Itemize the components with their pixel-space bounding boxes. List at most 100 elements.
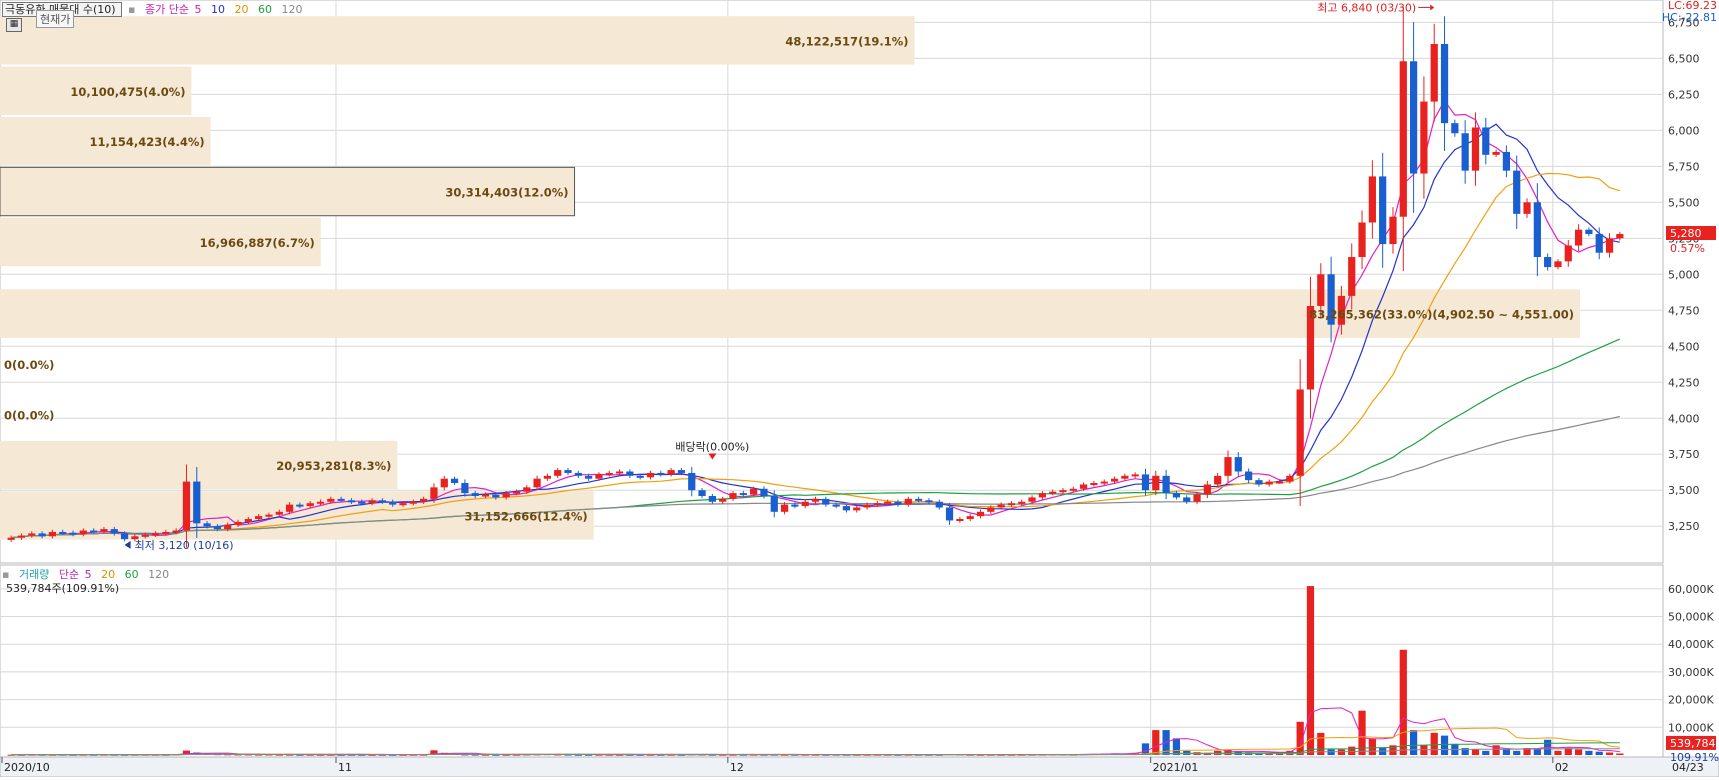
candle-body <box>1224 457 1232 476</box>
volume-profile-label: 83,265,362(33.0%)(4,902.50 ~ 4,551.00) <box>1309 308 1574 322</box>
candle-body <box>780 504 789 512</box>
x-tick-label: 12 <box>730 761 744 774</box>
candle-body <box>811 498 820 502</box>
price-mode-badge[interactable]: 현재가 <box>36 10 75 28</box>
price-tick-label: 4,250 <box>1668 376 1700 389</box>
candle-body <box>38 533 46 537</box>
candle-body <box>430 487 438 499</box>
candle-body <box>337 498 345 501</box>
candle-body <box>275 511 283 515</box>
candle-body <box>1069 488 1077 491</box>
candle-body <box>471 493 479 496</box>
chart-canvas[interactable]: 48,122,517(19.1%) 10,100,475(4.0%) 11,154,… <box>0 0 1719 778</box>
candle-body <box>440 478 448 488</box>
price-tick-label: 5,750 <box>1668 160 1700 173</box>
volume-bar <box>1574 749 1583 755</box>
candle-body <box>151 533 160 536</box>
volume-panel[interactable] <box>0 564 1664 758</box>
volume-tick-label: 20,000K <box>1668 694 1714 707</box>
volume-bar <box>1616 753 1624 755</box>
candle-body <box>945 507 954 521</box>
stock-chart-window: 48,122,517(19.1%) 10,100,475(4.0%) 11,154,… <box>0 0 1719 778</box>
candle-body <box>141 534 149 537</box>
candle-body <box>1430 43 1438 102</box>
volume-profile-label: 11,154,423(4.4%) <box>89 135 204 149</box>
price-tick-label: 3,250 <box>1668 520 1700 533</box>
volume-ma-60[interactable]: 60 <box>125 568 139 581</box>
volume-bar <box>1409 730 1418 755</box>
candle-body <box>657 472 665 475</box>
candle-body <box>873 503 881 506</box>
ma-period-5[interactable]: 5 <box>195 3 202 16</box>
volume-bar <box>1368 738 1376 755</box>
price-tick-label: 5,500 <box>1668 196 1700 209</box>
candle-body <box>863 504 871 508</box>
price-tick-label: 5,000 <box>1668 268 1700 281</box>
candle-body <box>533 478 541 488</box>
ma-period-20[interactable]: 20 <box>235 3 249 16</box>
volume-tick-label: 30,000K <box>1668 666 1714 679</box>
candle-body <box>842 506 851 511</box>
volume-bar <box>1337 749 1346 755</box>
candle-body <box>1389 216 1397 245</box>
volume-bar <box>1605 752 1614 755</box>
volume-bar <box>1513 750 1521 755</box>
candle-body <box>1409 61 1418 174</box>
candle-body <box>791 504 799 507</box>
candle-body <box>585 475 593 479</box>
candle-body <box>1544 257 1552 268</box>
candle-body <box>502 493 510 498</box>
ma-period-10[interactable]: 10 <box>211 3 225 16</box>
price-tick-label: 3,500 <box>1668 484 1700 497</box>
candle-body <box>234 521 242 525</box>
volume-ma-120[interactable]: 120 <box>148 568 169 581</box>
candle-body <box>760 488 768 496</box>
price-tick-label: 4,000 <box>1668 412 1700 425</box>
candle-body <box>1554 261 1562 268</box>
volume-bar <box>1348 746 1356 755</box>
candle-body <box>688 472 696 491</box>
candle-body <box>1152 475 1160 491</box>
volume-bar <box>1430 732 1438 755</box>
candle-body <box>1502 151 1511 171</box>
grid-table-icon[interactable]: ▦ <box>6 18 22 32</box>
volume-profile-label: 31,152,666(12.4%) <box>465 509 588 523</box>
volume-bar <box>1306 586 1315 755</box>
candle-body <box>698 490 706 496</box>
candle-body <box>1616 233 1624 239</box>
price-tick-label: 4,500 <box>1668 340 1700 353</box>
price-tick-label: 6,000 <box>1668 124 1700 137</box>
candle-body <box>1605 238 1614 253</box>
candle-body <box>1595 233 1603 253</box>
candle-body <box>450 478 459 484</box>
volume-bar <box>1440 735 1449 755</box>
candle-body <box>512 491 521 494</box>
ma-period-60[interactable]: 60 <box>258 3 272 16</box>
volume-profile-label: 10,100,475(4.0%) <box>70 85 185 99</box>
current-volume-label: 539,784 <box>1670 737 1716 750</box>
candle-body <box>894 501 902 505</box>
candle-body <box>1172 493 1181 498</box>
candle-body <box>987 507 995 512</box>
high-annotation: 최고 6,840 (03/30) <box>1317 1 1416 14</box>
ma-period-120[interactable]: 120 <box>282 3 303 16</box>
candle-body <box>1059 490 1067 493</box>
volume-bar <box>1327 749 1335 755</box>
candle-body <box>368 500 376 504</box>
price-tick-label: 3,750 <box>1668 448 1700 461</box>
candle-body <box>203 523 211 527</box>
x-tick-label: 2020/10 <box>4 761 50 774</box>
candle-body <box>1585 229 1593 234</box>
candle-body <box>997 504 1005 508</box>
candle-body <box>1513 170 1521 214</box>
candle-body <box>750 488 758 495</box>
candle-body <box>316 501 325 504</box>
candle-body <box>1193 494 1201 502</box>
candle-body <box>1244 471 1253 481</box>
candle-body <box>461 483 469 494</box>
volume-current-value: 539,784주(109.91%) <box>6 582 120 595</box>
candle-body <box>17 535 26 538</box>
candle-body <box>1564 245 1572 262</box>
candle-body <box>595 474 603 479</box>
candle-body <box>378 500 387 503</box>
